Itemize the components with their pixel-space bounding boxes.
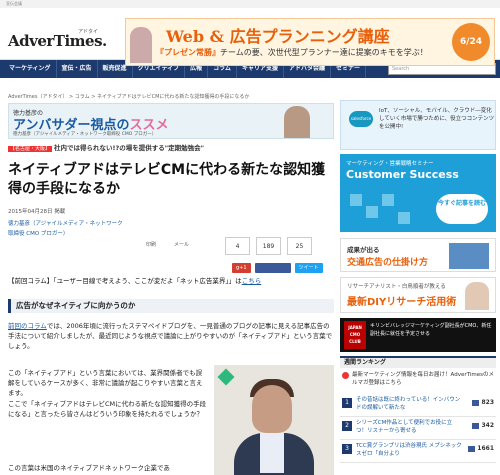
weekly-ranking-heading: 週間ランキング xyxy=(340,356,496,368)
cs-ad-title: Customer Success xyxy=(346,168,459,181)
email-link[interactable]: メール xyxy=(174,241,189,248)
ranking-item[interactable]: 2 シリーズCM作品として便利でお役に立つ！リスナーから寄せる 342 xyxy=(340,417,496,440)
event-tagline[interactable]: 【名古屋・大阪】 社内では得られない!?の場を提供する"定期勉強会" xyxy=(8,142,204,152)
cs-tile-3 xyxy=(382,194,394,206)
print-link[interactable]: 印刷 xyxy=(146,241,156,248)
salesforce-ad[interactable]: salesforce IoT、ソーシャル、モバイル、クラウド―変化していく市場で… xyxy=(340,100,496,150)
cmo-club-badge: JAPAN CMO CLUB xyxy=(344,321,366,349)
hatena-count[interactable]: 4 xyxy=(225,237,250,255)
banner-subtitle: 『プレゼン常勝』チームの要、次世代型プランナー達に提案のキモを学ぶ！ xyxy=(156,48,428,57)
nav-item-advertising[interactable]: 宣伝・広告 xyxy=(57,60,98,78)
share-counts: 4 189 25 xyxy=(225,237,312,255)
top-bar-text: 宣伝会議 xyxy=(6,1,22,6)
diy-ad-person xyxy=(465,282,489,310)
article-title: ネイティブアドはテレビCMに代わる新たな認知獲得の手段になるか xyxy=(8,162,326,197)
ranking-title[interactable]: シリーズCM作品として便利でお役に立つ！リスナーから寄せる xyxy=(356,419,462,435)
ranking-title[interactable]: その昔話は既に終わっている！インバウンドの誤解いて新たな xyxy=(356,396,462,412)
tweet-count[interactable]: 25 xyxy=(287,237,312,255)
previous-column-note: 【前回コラム】「ユーザー目線で考えよう、ここが変だよ「ネット広告業界」」はこちら xyxy=(8,277,262,285)
previous-column-link[interactable]: こちら xyxy=(242,277,262,285)
photo-head xyxy=(252,385,292,433)
ranking-item[interactable]: 3 TCC賞グランプリは渋谷現氏 メプシネックスゼロ「自分より 1661 xyxy=(340,440,496,463)
breadcrumb: AdverTimes（アドタイ） > コラム > ネイティブアドはテレビCMに代… xyxy=(8,94,250,100)
top-banner-ad[interactable]: Web & 広告プランニング講座 『プレゼン常勝』チームの要、次世代型プランナー… xyxy=(125,18,495,66)
article-paragraph-1: 前回のコラムでは、2006年頃に流行ったステマペイドブログを、一見普通のブログの… xyxy=(8,322,333,350)
ranking-title[interactable]: TCC賞グランプリは渋谷現氏 メプシネックスゼロ「自分より xyxy=(356,442,462,458)
article-photo xyxy=(214,365,334,475)
ranking-number: 2 xyxy=(342,421,352,431)
ranking-number: 3 xyxy=(342,444,352,454)
banner-date-badge: 6/24 xyxy=(452,23,490,61)
banner-title: Web & 広告プランニング講座 xyxy=(166,27,390,46)
salesforce-logo-icon: salesforce xyxy=(349,111,373,127)
diy-ad-small: リサーチアナリスト・白鳥順者が教える xyxy=(347,284,446,290)
promo-author-photo xyxy=(284,106,310,138)
like-count[interactable]: 189 xyxy=(256,237,281,255)
transit-ad-small: 成果が出る xyxy=(347,246,380,254)
newsletter-icon xyxy=(342,372,349,379)
transit-ad-title: 交通広告の仕掛け方 xyxy=(347,258,429,268)
cs-tile-4 xyxy=(398,212,410,224)
article-paragraph-2: この「ネイティブアド」という言葉においては、業界関係者でも誤解をしているケースが… xyxy=(8,369,203,397)
article-paragraph-4: この言葉は米国のネイティブアドネットワーク企業であ xyxy=(8,464,170,472)
ranking-count: 342 xyxy=(472,422,494,429)
salesforce-ad-text: IoT、ソーシャル、モバイル、クラウド―変化していく市場で勝つために、役立つコン… xyxy=(379,108,495,130)
newsletter-signup-link[interactable]: 最新マーケティング情報を毎日お届け！AdverTimesのメルマガ登録はこちら xyxy=(340,371,496,387)
facebook-icon xyxy=(468,445,476,452)
top-bar: 宣伝会議 xyxy=(0,0,500,8)
article-author-role[interactable]: 取締役 CMO ブロガー） xyxy=(8,229,68,237)
google-plus-button[interactable]: g+1 xyxy=(232,263,251,273)
promo-caption: 徳力基彦（アジャイルメディア・ネットワーク取締役 CMO ブロガー） xyxy=(13,132,157,137)
site-header: AdverTimes. アドタイ Web & 広告プランニング講座 『プレゼン常… xyxy=(0,8,500,66)
cmo-club-ad[interactable]: JAPAN CMO CLUB キリンビバレッジマーケティング副社長がCMO、新任… xyxy=(340,318,496,352)
tagline-title: 社内では得られない!?の場を提供する"定期勉強会" xyxy=(54,144,205,152)
cs-tile-1 xyxy=(350,194,362,206)
cs-ad-small: マーケティング・営業戦略セミナー xyxy=(346,161,434,167)
section-heading: 広告がなぜネイティブに向かうのか xyxy=(8,299,334,313)
ranking-count: 823 xyxy=(472,399,494,406)
nav-item-marketing[interactable]: マーケティング xyxy=(4,60,57,78)
previous-column-inline-link[interactable]: 前回のコラム xyxy=(8,322,47,330)
article-paragraph-3: ここで「ネイティブアドはテレビCMに代わる新たな認知獲得の手段になる」と言ったら… xyxy=(8,400,207,418)
customer-success-ad[interactable]: マーケティング・営業戦略セミナー Customer Success 今すぐ記事を… xyxy=(340,154,496,232)
tweet-button[interactable]: ツイート xyxy=(294,263,323,273)
ranking-count: 1661 xyxy=(468,445,494,452)
transit-ad-banner[interactable]: 成果が出る 交通広告の仕掛け方 xyxy=(340,238,496,272)
banner-person-image xyxy=(130,27,152,63)
photo-shirt xyxy=(260,433,284,473)
diy-research-ad[interactable]: リサーチアナリスト・白鳥順者が教える 最新DIYリサーチ活用術 xyxy=(340,277,496,313)
article-date: 2015年04月28日 掲載 xyxy=(8,209,66,215)
ranking-item[interactable]: 1 その昔話は既に終わっている！インバウンドの誤解いて新たな 823 xyxy=(340,394,496,417)
ranking-number: 1 xyxy=(342,398,352,408)
ambassador-promo-banner[interactable]: 徳力基彦の アンバサダー視点のススメ 徳力基彦（アジャイルメディア・ネットワーク… xyxy=(8,103,334,139)
site-logo-sub: アドタイ xyxy=(78,29,99,35)
read-article-button[interactable]: 今すぐ記事を読む xyxy=(436,194,488,224)
company-logo-icon xyxy=(217,368,235,386)
ranking-list: 1 その昔話は既に終わっている！インバウンドの誤解いて新たな 823 2 シリー… xyxy=(340,394,496,463)
cmo-club-text: キリンビバレッジマーケティング副社長がCMO、新任副社長に就任を予定させる xyxy=(370,323,492,337)
cs-tile-2 xyxy=(366,206,378,218)
facebook-icon xyxy=(472,422,480,429)
share-buttons: g+1 ツイート xyxy=(232,263,323,273)
tagline-tag: 【名古屋・大阪】 xyxy=(8,146,53,152)
diy-ad-title: 最新DIYリサーチ活用術 xyxy=(347,297,457,308)
transit-ad-image xyxy=(449,243,489,269)
facebook-like-button[interactable] xyxy=(254,263,291,273)
facebook-icon xyxy=(472,399,480,406)
article-author-link[interactable]: 徳力基彦（アジャイルメディア・ネットワーク xyxy=(8,220,123,228)
